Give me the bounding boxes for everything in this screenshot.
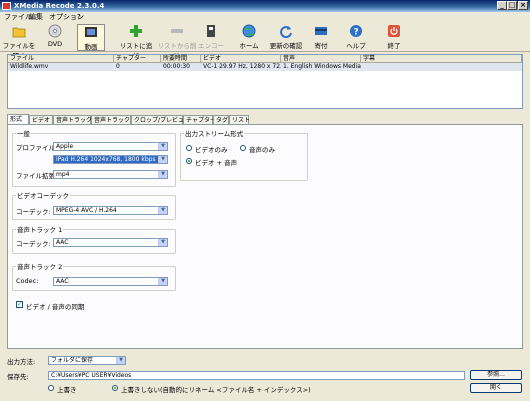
- encode-button[interactable]: エンコード: [196, 24, 226, 60]
- video-button[interactable]: 動画: [77, 24, 105, 51]
- audio-track-2-group-label: 音声トラック 2: [16, 261, 64, 271]
- dvd-icon: [48, 24, 62, 38]
- exit-button[interactable]: 終了: [383, 24, 405, 51]
- video-audio-radio[interactable]: [186, 158, 192, 164]
- overwrite-label: 上書き: [57, 386, 77, 394]
- output-method-label: 出力方法:: [7, 358, 36, 366]
- general-group-label: 一般: [16, 128, 31, 138]
- table-cell[interactable]: 0: [114, 63, 161, 71]
- chevron-down-icon: ▼: [158, 239, 167, 246]
- remove-from-list-button[interactable]: リストから削除: [156, 24, 198, 60]
- video-codec-label: コーデック:: [16, 208, 51, 216]
- column-header-video[interactable]: ビデオ: [201, 55, 281, 63]
- table-cell[interactable]: 1. English Windows Media ...: [281, 63, 361, 71]
- video-audio-label: ビデオ + 音声: [195, 159, 238, 167]
- video-only-label: ビデオのみ: [195, 146, 228, 154]
- film-icon: [84, 25, 98, 39]
- table-cell[interactable]: Wildlife.wmv: [8, 63, 114, 71]
- no-overwrite-radio[interactable]: [112, 385, 118, 391]
- column-header-file[interactable]: ファイル: [8, 55, 114, 63]
- folder-open-icon: [12, 24, 26, 38]
- file-extension-select[interactable]: mp4 ▼: [53, 170, 168, 179]
- output-method-select[interactable]: フォルダに保存 ▼: [48, 356, 126, 365]
- browse-button[interactable]: 参照...: [470, 370, 522, 380]
- menu-help[interactable]: ?: [77, 12, 81, 22]
- minimize-icon[interactable]: _: [497, 1, 507, 10]
- home-button[interactable]: ホーム: [238, 24, 260, 51]
- destination-label: 保存先:: [7, 373, 29, 381]
- menu-file[interactable]: ファイル: [4, 12, 32, 22]
- stream-format-group-label: 出力ストリーム形式: [184, 128, 245, 138]
- menu-edit[interactable]: 編集: [29, 12, 43, 22]
- open-button[interactable]: 開く: [470, 383, 522, 393]
- chevron-down-icon: ▼: [158, 278, 167, 285]
- chevron-down-icon: ▼: [158, 207, 167, 214]
- chevron-down-icon: ▼: [158, 171, 167, 178]
- table-cell[interactable]: 00:00:30: [161, 63, 201, 71]
- audio-track-2-codec-select[interactable]: AAC ▼: [53, 277, 168, 286]
- power-icon: [387, 24, 401, 38]
- audio-track-2-codec-label: Codec:: [16, 277, 39, 285]
- chevron-down-icon: ▼: [158, 156, 167, 163]
- audio-only-radio[interactable]: [240, 145, 246, 151]
- column-header-duration[interactable]: 所要時間: [161, 55, 201, 63]
- av-sync-label: ビデオ / 音声の同期: [26, 303, 85, 311]
- help-button[interactable]: ? ヘルプ: [344, 24, 368, 51]
- table-cell[interactable]: VC-1 29.97 Hz, 1280 x 72...: [201, 63, 281, 71]
- open-file-button[interactable]: ファイルを開く: [2, 24, 36, 60]
- column-header-chapter[interactable]: チャプター: [114, 55, 161, 63]
- preset-select[interactable]: iPad H.264 1024x768, 1800 kbps ▼: [53, 155, 168, 164]
- toolbar: ファイルを開く DVD 動画 リストに追加 リストから削除 エンコード ホーム …: [0, 22, 530, 60]
- chevron-down-icon: ▼: [116, 357, 125, 364]
- window-title: XMedia Recode 2.3.0.4: [14, 2, 105, 10]
- profile-label: プロファイル:: [16, 144, 58, 152]
- audio-track-1-codec-label: コーデック:: [16, 240, 51, 248]
- av-sync-checkbox[interactable]: ✓: [16, 301, 23, 308]
- dvd-button[interactable]: DVD: [42, 24, 68, 51]
- format-panel: 一般 プロファイル: Apple ▼ iPad H.264 1024x768, 1…: [7, 124, 523, 349]
- svg-text:?: ?: [354, 28, 359, 38]
- refresh-icon: [279, 24, 293, 39]
- help-icon: ?: [349, 24, 363, 38]
- close-icon[interactable]: ×: [518, 1, 528, 10]
- chevron-down-icon: ▼: [158, 143, 167, 150]
- table-cell[interactable]: [361, 63, 522, 71]
- menu-bar: ファイル 編集 オプション ?: [0, 12, 530, 22]
- remove-icon: [170, 24, 184, 38]
- profile-select[interactable]: Apple ▼: [53, 142, 168, 151]
- audio-track-1-group-label: 音声トラック 1: [16, 224, 64, 234]
- encode-icon: [204, 24, 218, 38]
- check-updates-button[interactable]: 更新の確認: [268, 24, 304, 51]
- overwrite-radio[interactable]: [48, 385, 54, 391]
- file-list[interactable]: ファイル チャプター 所要時間 ビデオ 音声 字幕 Wildlife.wmv 0…: [7, 54, 523, 109]
- donate-icon: [314, 24, 328, 38]
- add-icon: [129, 24, 143, 38]
- column-header-subtitle[interactable]: 字幕: [361, 55, 522, 63]
- video-codec-group-label: ビデオコーデック: [16, 190, 70, 200]
- video-codec-select[interactable]: MPEG-4 AVC / H.264 ▼: [53, 206, 168, 215]
- maximize-icon[interactable]: □: [507, 1, 517, 10]
- audio-only-label: 音声のみ: [249, 146, 275, 154]
- file-extension-label: ファイル拡張: [16, 172, 55, 180]
- audio-track-1-codec-select[interactable]: AAC ▼: [53, 238, 168, 247]
- app-icon: [2, 2, 11, 10]
- no-overwrite-label: 上書きしない(自動的にリネーム <ファイル名 + インデックス>): [121, 386, 311, 394]
- title-bar: XMedia Recode 2.3.0.4 _ □ ×: [0, 0, 530, 12]
- add-to-list-button[interactable]: リストに追加: [118, 24, 154, 60]
- destination-path-input[interactable]: C:¥Users¥PC USER¥Videos: [48, 371, 465, 380]
- column-header-audio[interactable]: 音声: [281, 55, 361, 63]
- globe-icon: [242, 24, 256, 38]
- video-only-radio[interactable]: [186, 145, 192, 151]
- donate-button[interactable]: 寄付: [310, 24, 332, 51]
